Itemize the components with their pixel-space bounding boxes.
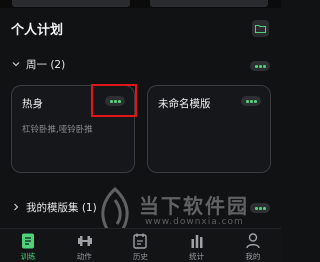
watermark-url: www.downxia.com — [145, 217, 244, 227]
top-thumbnail-left[interactable] — [12, 0, 130, 7]
top-image-strip — [0, 0, 281, 8]
folder-button[interactable] — [252, 20, 269, 37]
page-title: 个人计划 — [11, 23, 64, 38]
section-week-header[interactable]: 周一 (2) — [10, 56, 65, 72]
section-week-label: 周一 (2) — [26, 58, 66, 71]
card-more-button[interactable] — [241, 96, 261, 106]
section-my-templates-label: 我的模版集 (1) — [26, 201, 97, 214]
watermark-text: 当下软件园 — [139, 194, 249, 218]
document-icon — [22, 233, 34, 249]
tab-profile[interactable]: 我的 — [225, 229, 281, 262]
tab-training[interactable]: 训练 — [0, 229, 56, 262]
tab-exercises[interactable]: 动作 — [56, 229, 112, 262]
bar-chart-icon — [191, 235, 203, 248]
calendar-icon — [133, 233, 148, 249]
highlight-box — [91, 84, 137, 117]
tab-history[interactable]: 历史 — [112, 229, 168, 262]
tab-label: 历史 — [132, 252, 148, 261]
template-card-untitled[interactable]: 未命名模版 — [147, 85, 271, 173]
tab-statistics[interactable]: 统计 — [169, 229, 225, 262]
card-title: 热身 — [22, 98, 43, 110]
bottom-tab-bar: 训练 动作 历史 统计 我的 — [0, 228, 281, 262]
tab-label: 训练 — [20, 252, 36, 261]
section-my-templates-header[interactable]: 我的模版集 (1) — [10, 199, 97, 215]
section-week-more-button[interactable] — [250, 61, 270, 71]
tab-label: 动作 — [76, 252, 92, 261]
folder-icon — [255, 25, 266, 33]
top-thumbnail-right[interactable] — [150, 0, 268, 7]
tab-label: 我的 — [245, 252, 261, 261]
chevron-right-icon — [14, 203, 19, 211]
dumbbell-icon — [78, 236, 93, 246]
tab-label: 统计 — [189, 252, 205, 261]
card-subtitle: 杠铃卧推,哑铃卧推 — [22, 125, 93, 135]
person-icon — [246, 233, 260, 249]
chevron-down-icon — [12, 62, 20, 67]
card-title: 未命名模版 — [158, 98, 211, 110]
section-my-templates-more-button[interactable] — [250, 203, 270, 213]
